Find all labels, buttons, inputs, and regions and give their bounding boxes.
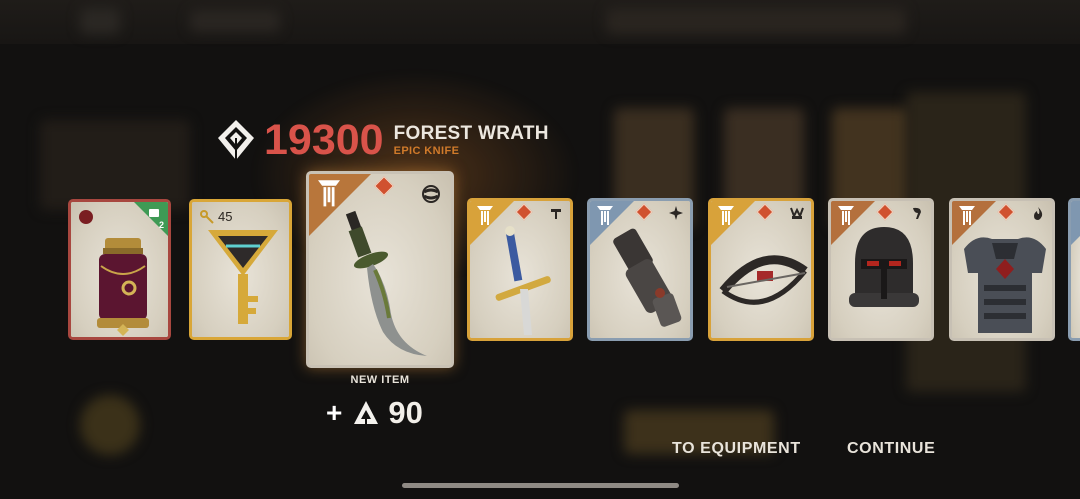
reward-titles: FOREST WRATH EPIC KNIFE bbox=[393, 122, 549, 157]
tier-icon bbox=[718, 206, 734, 225]
reward-card-bow[interactable] bbox=[708, 198, 814, 341]
reward-card-sword[interactable] bbox=[467, 198, 573, 341]
chest-icon bbox=[97, 238, 149, 336]
reward-card-gauntlet[interactable] bbox=[587, 198, 693, 341]
gauntlet-icon bbox=[613, 228, 682, 327]
reward-header: 19300 FOREST WRATH EPIC KNIFE bbox=[214, 114, 549, 166]
reward-card-chest[interactable]: 2 bbox=[68, 199, 171, 340]
claw-icon bbox=[790, 207, 804, 219]
key-small-icon bbox=[200, 209, 214, 224]
bg-coin-shape bbox=[80, 395, 140, 455]
burst-icon bbox=[669, 206, 683, 220]
helmet-icon bbox=[849, 227, 919, 307]
bg-currency-shape bbox=[606, 8, 906, 34]
reward-card-partial[interactable] bbox=[1068, 198, 1080, 341]
cross-blades-icon bbox=[422, 185, 440, 203]
reward-card-forest-wrath[interactable] bbox=[306, 171, 454, 368]
ticket-icon bbox=[149, 209, 159, 217]
to-equipment-button[interactable]: TO EQUIPMENT bbox=[672, 440, 801, 458]
background-topbar bbox=[0, 0, 1080, 44]
continue-button[interactable]: CONTINUE bbox=[847, 440, 935, 458]
new-item-label: NEW ITEM bbox=[350, 374, 410, 386]
bg-back-shape bbox=[80, 8, 120, 34]
shards-icon bbox=[354, 401, 379, 424]
bg-shape bbox=[40, 120, 190, 210]
flame-icon bbox=[1034, 207, 1043, 220]
sword-icon bbox=[495, 226, 551, 335]
key-count: 45 bbox=[200, 209, 232, 224]
reward-amount: 19300 bbox=[264, 116, 384, 164]
bg-title-shape bbox=[190, 10, 280, 32]
bow-icon bbox=[719, 255, 808, 305]
rarity-dot bbox=[79, 210, 93, 224]
bonus-value: 90 bbox=[388, 395, 423, 430]
bonus-prefix: + bbox=[326, 397, 343, 428]
armor-icon bbox=[964, 237, 1046, 333]
reward-card-key[interactable]: 45 bbox=[189, 199, 292, 340]
home-indicator[interactable] bbox=[402, 483, 679, 488]
key-icon bbox=[208, 230, 278, 324]
reward-card-armor[interactable] bbox=[949, 198, 1055, 341]
shards-icon bbox=[218, 120, 254, 160]
knife-icon bbox=[345, 210, 427, 356]
key-count-value: 45 bbox=[218, 209, 233, 224]
shards-bonus: + 90 bbox=[326, 393, 423, 433]
fist-icon bbox=[913, 207, 921, 219]
item-name: FOREST WRATH bbox=[393, 122, 549, 144]
reward-card-helmet[interactable] bbox=[828, 198, 934, 341]
item-type: EPIC KNIFE bbox=[393, 144, 460, 157]
tier-icon bbox=[959, 206, 975, 225]
axe-icon bbox=[551, 209, 561, 219]
ticket-count: 2 bbox=[158, 220, 164, 230]
